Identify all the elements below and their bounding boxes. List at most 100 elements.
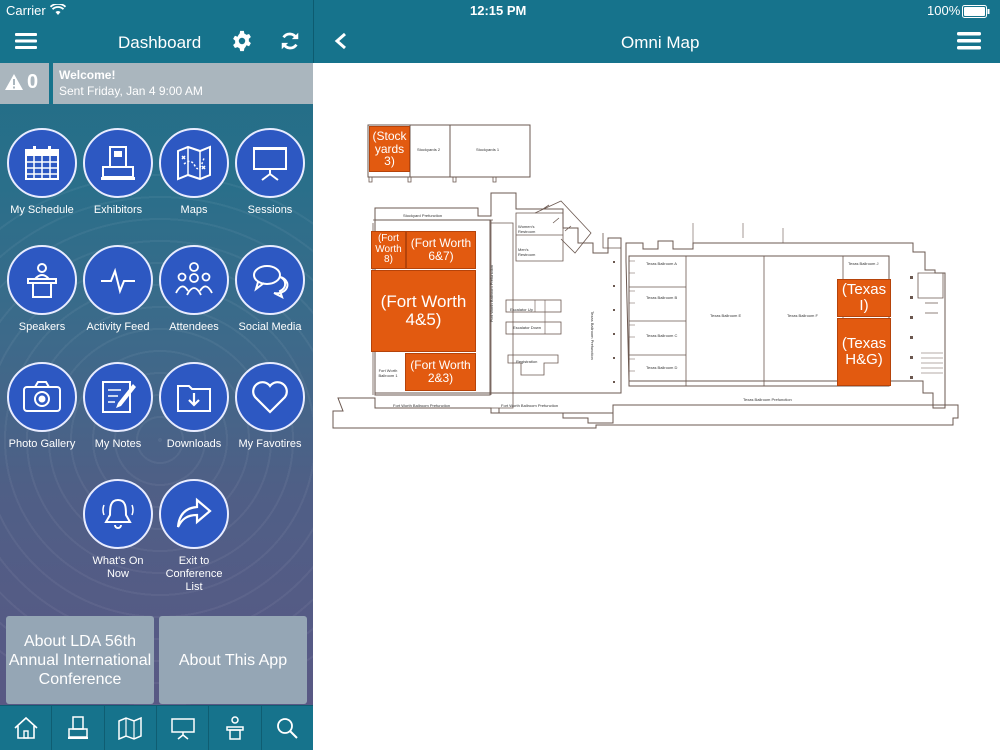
label-fw-ballroom-prefunction: Fort Worth Ballroom Prefunction (393, 403, 451, 408)
tile-maps[interactable]: Maps (156, 128, 232, 217)
tile-activity-feed[interactable]: Activity Feed (80, 245, 156, 334)
tile-label: Social Media (238, 321, 302, 333)
download-folder-icon (177, 385, 211, 412)
label-texas-a: Texas Ballroom A (646, 261, 677, 266)
booth-icon (67, 716, 88, 739)
tile-my-favorites[interactable]: My Favotires (232, 362, 308, 451)
floor-map[interactable]: Stockyards 2 Stockyards 1 Stockyard Pref… (313, 63, 1000, 750)
tile-label: Exit to Conference List (165, 555, 223, 593)
label-escalator-down: Escalator Down (513, 325, 542, 330)
label-texas-prefunction: Texas Ballroom Prefunction (743, 397, 792, 402)
search-icon (277, 718, 299, 739)
podium-icon (27, 263, 57, 298)
pulse-icon (101, 267, 135, 295)
presentation-board-icon (253, 147, 287, 181)
map-icon (118, 716, 143, 740)
label-texas-d: Texas Ballroom D (646, 365, 678, 370)
tile-label: Maps (180, 204, 208, 216)
label-texas-c: Texas Ballroom C (646, 333, 678, 338)
tile-my-schedule[interactable]: My Schedule (4, 128, 80, 217)
bell-icon (102, 498, 134, 529)
tile-label: Sessions (247, 204, 293, 216)
tab-speakers[interactable] (209, 706, 262, 750)
tile-photo-gallery[interactable]: Photo Gallery (4, 362, 80, 451)
about-lda-button[interactable]: About LDA 56th Annual International Conf… (6, 616, 154, 704)
about-app-button[interactable]: About This App (159, 616, 307, 704)
label-texas-j: Texas Ballroom J (848, 261, 879, 266)
tile-attendees[interactable]: Attendees (156, 245, 232, 334)
home-icon (14, 716, 38, 739)
tab-sessions[interactable] (157, 706, 210, 750)
alert-title: Welcome! (59, 68, 116, 82)
camera-icon (23, 381, 61, 412)
label-womens-restroom: Women's Restroom (518, 224, 536, 234)
presentation-board-icon (170, 718, 195, 740)
tile-exit-conference[interactable]: Exit to Conference List (156, 479, 232, 594)
share-arrow-icon (176, 497, 212, 528)
tab-search[interactable] (262, 706, 313, 750)
tile-label: Speakers (18, 321, 66, 333)
refresh-icon[interactable] (279, 30, 301, 52)
welcome-alert[interactable]: 0 Welcome! Sent Friday, Jan 4 9:00 AM (0, 63, 313, 104)
warning-icon (5, 74, 23, 90)
gear-icon[interactable] (231, 30, 253, 52)
label-stockyard-prefunction: Stockyard Prefunction (403, 213, 443, 218)
room-texas-i[interactable]: (Texas I) (837, 279, 891, 317)
alert-count: 0 (27, 71, 39, 93)
tab-exhibitors[interactable] (52, 706, 105, 750)
tile-whats-on-now[interactable]: What's On Now (80, 479, 156, 581)
label-fw-ballroom-prefunction-2: Fort Worth Ballroom Prefunction (501, 403, 559, 408)
room-fort-worth-2-3[interactable]: (Fort Worth 2&3) (405, 353, 476, 391)
heart-icon (252, 381, 288, 414)
alert-subtitle: Sent Friday, Jan 4 9:00 AM (59, 84, 203, 98)
label-stockyards2: Stockyards 2 (417, 147, 441, 152)
room-stockyards-3[interactable]: (Stock yards 3) (369, 126, 410, 172)
label-escalator-up: Escalator Up (510, 307, 533, 312)
tile-label: My Notes (94, 438, 142, 450)
menu-icon[interactable] (957, 32, 981, 50)
tab-home[interactable] (0, 706, 53, 750)
dashboard-title: Dashboard (118, 33, 202, 52)
label-texas-b: Texas Ballroom B (646, 295, 678, 300)
calendar-icon (25, 146, 59, 180)
map-icon (177, 145, 211, 181)
battery-percent: 100% (927, 3, 961, 18)
room-fort-worth-4-5[interactable]: (Fort Worth 4&5) (371, 270, 476, 352)
status-bar: Carrier 12:15 PM 100% (0, 0, 1000, 22)
label-mens-restroom: Men's Restroom (518, 247, 536, 257)
carrier-label: Carrier (6, 3, 46, 18)
tile-label: Photo Gallery (8, 438, 76, 450)
label-stockyards1: Stockyards 1 (476, 147, 500, 152)
label-fw-prefunction-vertical: Fort Worth Ballroom Prefunction (489, 264, 495, 323)
tile-my-notes[interactable]: My Notes (80, 362, 156, 451)
room-fort-worth-6-7[interactable]: (Fort Worth 6&7) (406, 231, 476, 269)
booth-icon (101, 146, 135, 180)
wifi-icon (50, 4, 66, 15)
chat-bubbles-icon (253, 265, 289, 299)
tile-label: My Favotires (238, 438, 302, 450)
tile-label: What's On Now (92, 555, 144, 580)
tile-sessions[interactable]: Sessions (232, 128, 308, 217)
tile-label: My Schedule (10, 204, 74, 216)
tile-label: Exhibitors (93, 204, 143, 216)
tile-downloads[interactable]: Downloads (156, 362, 232, 451)
label-texas-prefunction-vertical: Texas Ballroom Prefunction (589, 311, 595, 360)
tab-maps[interactable] (105, 706, 157, 750)
label-texas-f: Texas Ballroom F (787, 313, 818, 318)
tile-social-media[interactable]: Social Media (232, 245, 308, 334)
clock: 12:15 PM (470, 3, 527, 18)
room-texas-h-g[interactable]: (Texas H&G) (837, 318, 891, 386)
menu-icon[interactable] (15, 33, 37, 49)
tile-exhibitors[interactable]: Exhibitors (80, 128, 156, 217)
tile-speakers[interactable]: Speakers (4, 245, 80, 334)
label-registration: Registration (516, 359, 538, 364)
bottom-tab-bar (0, 705, 313, 750)
podium-icon (226, 716, 244, 740)
divider (49, 63, 53, 104)
label-fw-ballroom-1: Fort Worth Ballroom 1 (378, 368, 398, 378)
battery-icon (962, 5, 990, 18)
room-fort-worth-8[interactable]: (Fort Worth 8) (371, 231, 406, 269)
notepad-icon (102, 381, 136, 413)
back-chevron-icon[interactable] (334, 32, 348, 50)
tile-label: Attendees (169, 321, 219, 333)
